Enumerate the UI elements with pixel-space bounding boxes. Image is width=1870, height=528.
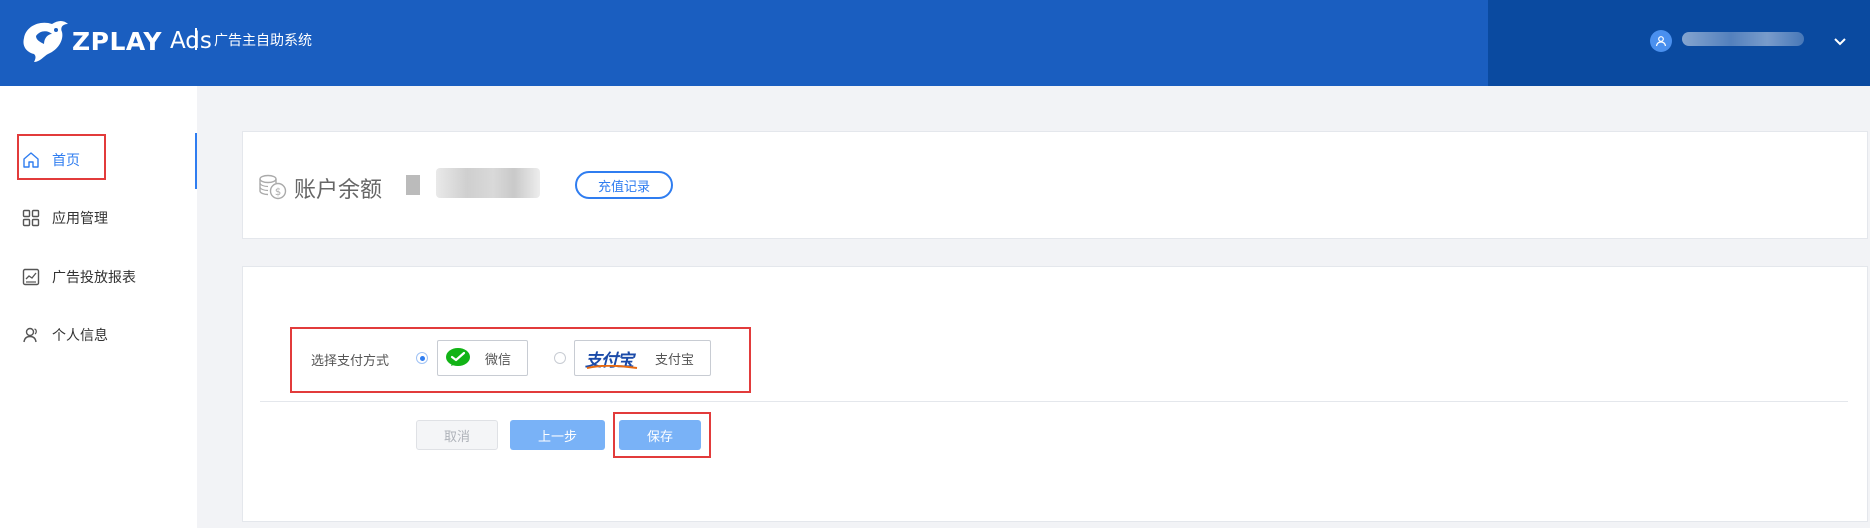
payment-method-label: 选择支付方式: [311, 354, 390, 369]
recharge-history-button[interactable]: 充值记录: [575, 171, 673, 199]
svg-text:$: $: [275, 187, 281, 198]
apps-grid-icon: [22, 208, 42, 228]
wechat-option[interactable]: 微信: [437, 340, 528, 376]
alipay-option[interactable]: 支付宝 支付宝: [574, 340, 711, 376]
user-avatar-icon[interactable]: [1650, 30, 1672, 52]
app-logo[interactable]: ZPLAY Ads: [18, 18, 212, 64]
wechat-icon: [446, 348, 470, 366]
sidebar-item-apps[interactable]: 应用管理: [22, 207, 108, 229]
brand-suffix: Ads: [169, 28, 212, 54]
sidebar-item-profile[interactable]: 个人信息: [22, 324, 108, 346]
user-name-redacted: [1682, 32, 1804, 46]
sidebar-active-indicator: [195, 133, 197, 189]
sidebar-item-reports[interactable]: 广告投放报表: [22, 266, 136, 288]
wechat-label: 微信: [485, 352, 512, 368]
sidebar-item-label: 广告投放报表: [52, 270, 136, 286]
divider: [260, 401, 1848, 402]
payment-card: [242, 266, 1868, 522]
alipay-logo: 支付宝: [585, 346, 641, 371]
user-icon: [22, 325, 42, 345]
balance-amount-redacted: [436, 168, 540, 198]
wechat-radio[interactable]: [416, 352, 428, 364]
chart-report-icon: [22, 267, 42, 287]
coins-icon: $: [259, 174, 287, 200]
highlight-box-home: [17, 134, 106, 180]
balance-value-redacted: [406, 175, 420, 195]
balance-label: 账户余额: [294, 178, 383, 203]
previous-step-button[interactable]: 上一步: [510, 420, 605, 450]
alipay-label: 支付宝: [655, 352, 695, 368]
highlight-box-save: [613, 412, 711, 458]
user-area: [1488, 0, 1870, 86]
cancel-button[interactable]: 取消: [416, 420, 498, 450]
sidebar-item-label: 应用管理: [52, 211, 108, 227]
chevron-down-icon[interactable]: [1830, 31, 1850, 51]
dolphin-logo-icon: [23, 21, 68, 62]
sidebar-item-label: 个人信息: [52, 328, 108, 344]
system-title: 广告主自助系统: [214, 33, 312, 49]
alipay-radio[interactable]: [554, 352, 566, 364]
header-divider: [195, 28, 197, 50]
brand-name: ZPLAY: [72, 26, 162, 56]
